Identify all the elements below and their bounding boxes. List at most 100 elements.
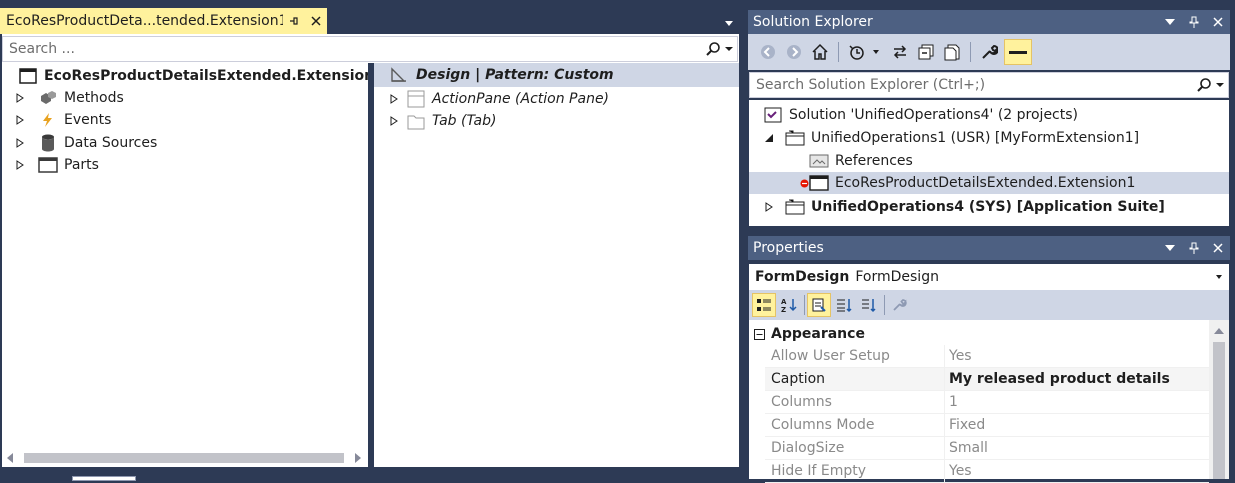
show-all-files-icon[interactable] — [940, 39, 964, 65]
scroll-right-icon[interactable] — [354, 453, 362, 463]
tree-item-label: Solution 'UnifiedOperations4' (2 project… — [789, 107, 1078, 123]
property-pages-wrench-icon[interactable] — [887, 293, 911, 317]
tab-list-dropdown-icon[interactable] — [722, 16, 736, 30]
form-extension-node[interactable]: EcoResProductDetailsExtended.Extension1 — [749, 172, 1229, 194]
close-icon[interactable] — [1206, 237, 1230, 259]
solution-explorer-search-input[interactable]: Search Solution Explorer (Ctrl+;) — [749, 72, 1229, 98]
tree-item-data-sources[interactable]: Data Sources — [12, 132, 157, 154]
properties-wrench-icon[interactable] — [976, 39, 1002, 65]
scroll-left-icon[interactable] — [6, 453, 14, 463]
search-options-dropdown-icon[interactable] — [725, 45, 733, 53]
collapse-arrow-icon[interactable] — [761, 130, 777, 146]
expand-arrow-icon[interactable] — [12, 112, 28, 128]
document-tab[interactable]: EcoResProductDeta...tended.Extension1 — [0, 8, 327, 34]
property-name: DialogSize — [765, 437, 945, 459]
tab-icon — [406, 112, 426, 130]
form-icon — [809, 174, 829, 192]
design-icon — [390, 67, 408, 83]
property-row-caption[interactable]: Caption My released product details — [765, 368, 1209, 391]
design-item-tab[interactable]: Tab (Tab) — [386, 110, 496, 132]
tree-item-events[interactable]: Events — [12, 109, 111, 131]
collapse-all-icon[interactable] — [914, 39, 938, 65]
property-value[interactable]: 1 — [945, 394, 1209, 410]
solution-explorer-title: Solution Explorer — [753, 14, 873, 30]
expand-arrow-icon[interactable] — [386, 113, 402, 129]
collapse-category-icon[interactable] — [751, 328, 767, 340]
property-value[interactable]: My released product details — [945, 371, 1209, 387]
solution-explorer-tree: Solution 'UnifiedOperations4' (2 project… — [749, 100, 1229, 226]
preview-selected-items-icon[interactable] — [1004, 39, 1032, 65]
tree-item-label: Events — [64, 112, 112, 128]
toolbar-separator — [804, 295, 805, 315]
property-value[interactable]: Fixed — [945, 417, 1209, 433]
back-icon[interactable] — [756, 39, 780, 65]
property-row-dialogsize[interactable]: DialogSize Small — [765, 437, 1209, 460]
scrollbar-thumb[interactable] — [1213, 342, 1225, 479]
sync-icon[interactable] — [888, 39, 912, 65]
design-item-label: ActionPane (Action Pane) — [432, 91, 610, 107]
property-object-selector[interactable]: FormDesign FormDesign — [749, 264, 1229, 290]
tree-item-label: UnifiedOperations4 (SYS) [Application Su… — [811, 199, 1165, 215]
property-value[interactable]: Yes — [945, 463, 1209, 479]
close-icon[interactable] — [305, 10, 327, 32]
vertical-scrollbar[interactable] — [1209, 320, 1229, 479]
property-row-hide-if-empty[interactable]: Hide If Empty Yes — [765, 460, 1209, 483]
alphabetical-icon[interactable]: AZ — [777, 293, 801, 317]
tree-root-item[interactable]: EcoResProductDetailsExtended.Extension1 … — [18, 65, 413, 87]
properties-header: Properties — [748, 236, 1230, 260]
tree-item-label: Methods — [64, 90, 124, 106]
home-icon[interactable] — [808, 39, 832, 65]
forward-icon[interactable] — [782, 39, 806, 65]
expand-arrow-icon[interactable] — [12, 157, 28, 173]
tree-item-parts[interactable]: Parts — [12, 154, 99, 176]
horizontal-scrollbar[interactable] — [2, 449, 368, 467]
window-menu-icon[interactable] — [1158, 11, 1182, 33]
scroll-up-icon[interactable] — [1214, 327, 1224, 335]
property-value[interactable]: Yes — [945, 348, 1209, 364]
property-name: Columns — [765, 391, 945, 413]
categorized-icon[interactable] — [752, 293, 776, 317]
property-value[interactable]: Small — [945, 440, 1209, 456]
expand-arrow-icon[interactable] — [386, 91, 402, 107]
close-icon[interactable] — [1206, 11, 1230, 33]
tree-item-label: Parts — [64, 157, 99, 173]
solution-node[interactable]: Solution 'UnifiedOperations4' (2 project… — [763, 104, 1229, 126]
references-node[interactable]: References — [809, 150, 1229, 172]
search-placeholder: Search ... — [9, 41, 75, 57]
tree-item-methods[interactable]: Methods — [12, 87, 124, 109]
search-options-dropdown-icon[interactable] — [1216, 81, 1224, 89]
search-icon[interactable] — [705, 41, 721, 57]
expand-categories-icon[interactable] — [832, 293, 856, 317]
sort-order-icon[interactable] — [857, 293, 881, 317]
pin-icon[interactable] — [283, 10, 305, 32]
object-type: FormDesign — [855, 269, 939, 285]
solution-explorer-toolbar — [748, 34, 1230, 70]
solution-explorer-header: Solution Explorer — [748, 10, 1230, 34]
tree-item-label: Data Sources — [64, 135, 158, 151]
design-item-actionpane[interactable]: ActionPane (Action Pane) — [386, 88, 609, 110]
window-menu-icon[interactable] — [1158, 237, 1182, 259]
references-icon — [809, 152, 829, 170]
events-icon — [38, 111, 58, 129]
bottom-tab-strip — [2, 467, 739, 481]
properties-view-icon[interactable] — [807, 293, 831, 317]
project-node-unifiedoperations4[interactable]: UnifiedOperations4 (SYS) [Application Su… — [761, 196, 1229, 218]
expand-arrow-icon[interactable] — [761, 199, 777, 215]
svg-text:Z: Z — [781, 306, 786, 313]
scrollbar-thumb[interactable] — [24, 453, 344, 463]
chevron-down-icon[interactable] — [1215, 273, 1223, 281]
property-row-columns-mode[interactable]: Columns Mode Fixed — [765, 414, 1209, 437]
pin-icon[interactable] — [1182, 237, 1206, 259]
pending-changes-filter-icon[interactable] — [844, 39, 884, 65]
category-appearance[interactable]: Appearance — [749, 323, 865, 345]
pin-icon[interactable] — [1182, 11, 1206, 33]
search-icon[interactable] — [1196, 77, 1212, 93]
property-row-allow-user-setup[interactable]: Allow User Setup Yes — [765, 345, 1209, 368]
expand-arrow-icon[interactable] — [12, 90, 28, 106]
design-header[interactable]: Design | Pattern: Custom — [374, 63, 739, 87]
project-node-unifiedoperations1[interactable]: UnifiedOperations1 (USR) [MyFormExtensio… — [761, 127, 1229, 149]
designer-search-input[interactable]: Search ... — [2, 36, 738, 62]
error-indicator-icon — [800, 179, 809, 188]
property-row-columns[interactable]: Columns 1 — [765, 391, 1209, 414]
expand-arrow-icon[interactable] — [12, 135, 28, 151]
